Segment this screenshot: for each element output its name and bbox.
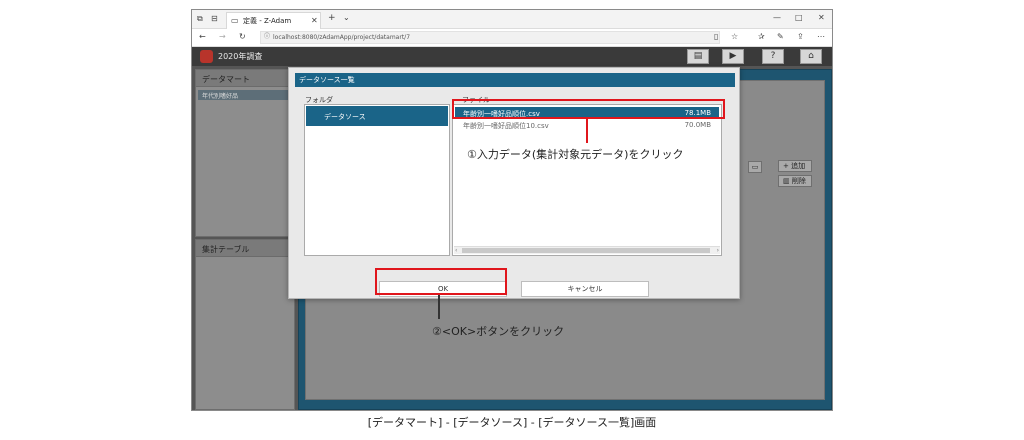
- refresh-icon[interactable]: ↻: [239, 33, 246, 41]
- datamart-panel: データマート 年代別嗜好品: [195, 69, 295, 237]
- tab-actions-icon[interactable]: ⧉: [197, 15, 203, 23]
- trash-icon: ▥: [783, 177, 790, 185]
- scrollbar-thumb[interactable]: [462, 248, 710, 253]
- favorites-icon[interactable]: ✰: [758, 33, 765, 41]
- step2-callout: ②<OK>ボタンをクリック: [432, 325, 565, 338]
- share-icon[interactable]: ⇪: [797, 33, 804, 41]
- info-icon: ⓘ: [264, 33, 271, 40]
- step1-callout: ①入力データ(集計対象元データ)をクリック: [467, 148, 684, 161]
- callout-line-1: [586, 119, 588, 143]
- folder-list: データソース: [304, 104, 450, 256]
- cancel-button[interactable]: キャンセル: [521, 281, 649, 297]
- home-icon[interactable]: ⌂: [800, 49, 822, 64]
- dialog-title: データソース一覧: [299, 76, 355, 84]
- summary-panel-title: 集計テーブル: [202, 245, 250, 254]
- plus-icon: +: [783, 162, 789, 170]
- back-icon[interactable]: ←: [199, 33, 206, 41]
- scroll-left-icon[interactable]: ‹: [455, 247, 457, 254]
- favorite-star-icon[interactable]: ☆: [731, 33, 738, 41]
- tab-title: 定義 - Z-Adam: [243, 17, 292, 25]
- forward-icon[interactable]: →: [219, 33, 226, 41]
- file-name: 年齢別一嗜好品順位10.csv: [463, 122, 549, 130]
- reading-view-icon[interactable]: ▯: [714, 33, 718, 41]
- notes-icon[interactable]: ✎: [777, 33, 784, 41]
- file-highlight-box: [452, 99, 725, 119]
- datamart-panel-header: データマート: [196, 70, 294, 87]
- delete-button[interactable]: ▥ 削除: [778, 175, 812, 187]
- help-icon[interactable]: ?: [762, 49, 784, 64]
- summary-panel-header: 集計テーブル: [196, 240, 294, 257]
- tab-list-chevron-icon[interactable]: ⌄: [343, 14, 350, 22]
- maximize-icon[interactable]: □: [795, 14, 803, 22]
- url-field[interactable]: ⓘ localhost:8080/zAdamApp/project/datama…: [260, 31, 720, 44]
- app-header: 2020年調査 ▤ ▶ ? ⌂: [192, 47, 832, 66]
- dialog-title-bar: データソース一覧: [295, 73, 735, 87]
- save-icon[interactable]: ▤: [687, 49, 709, 64]
- add-button[interactable]: + 追加: [778, 160, 812, 172]
- new-tab-icon[interactable]: +: [328, 14, 336, 23]
- run-icon[interactable]: ▶: [722, 49, 744, 64]
- set-aside-tabs-icon[interactable]: ⊟: [211, 15, 218, 23]
- minimize-icon[interactable]: —: [773, 14, 781, 22]
- url-text: localhost:8080/zAdamApp/project/datamart…: [273, 34, 411, 41]
- screenshot-frame: ⧉ ⊟ ▭ 定義 - Z-Adam ✕ + ⌄ — □ ✕ ← → ↻ ⓘ lo…: [191, 9, 833, 411]
- delete-button-label: 削除: [791, 177, 806, 185]
- folder-item-datasource[interactable]: データソース: [306, 106, 448, 126]
- more-icon[interactable]: ⋯: [817, 33, 825, 41]
- figure-caption: [データマート] - [データソース] - [データソース一覧]画面: [367, 416, 657, 429]
- folder-open-icon[interactable]: ▭: [748, 161, 762, 173]
- browser-tab[interactable]: ▭ 定義 - Z-Adam ✕: [226, 12, 321, 29]
- app-logo-icon: [200, 50, 213, 63]
- close-tab-icon[interactable]: ✕: [311, 17, 318, 25]
- callout-line-2: [438, 295, 440, 319]
- file-size: 70.0MB: [684, 121, 711, 129]
- ok-highlight-box: [375, 268, 507, 295]
- datamart-item-label: 年代別嗜好品: [202, 93, 239, 100]
- app-title: 2020年調査: [218, 52, 263, 61]
- datamart-panel-title: データマート: [202, 75, 250, 84]
- page-icon: ▭: [231, 16, 239, 25]
- horizontal-scrollbar[interactable]: ‹ ›: [454, 246, 720, 254]
- close-window-icon[interactable]: ✕: [818, 14, 825, 22]
- folder-item-label: データソース: [324, 113, 366, 121]
- browser-address-bar: ← → ↻ ⓘ localhost:8080/zAdamApp/project/…: [192, 29, 832, 47]
- scroll-right-icon[interactable]: ›: [717, 247, 719, 254]
- add-button-label: 追加: [791, 162, 806, 170]
- summary-table-panel: 集計テーブル: [195, 239, 295, 410]
- datamart-list-item[interactable]: 年代別嗜好品: [198, 90, 292, 100]
- browser-tab-bar: ⧉ ⊟ ▭ 定義 - Z-Adam ✕ + ⌄ — □ ✕: [192, 10, 832, 29]
